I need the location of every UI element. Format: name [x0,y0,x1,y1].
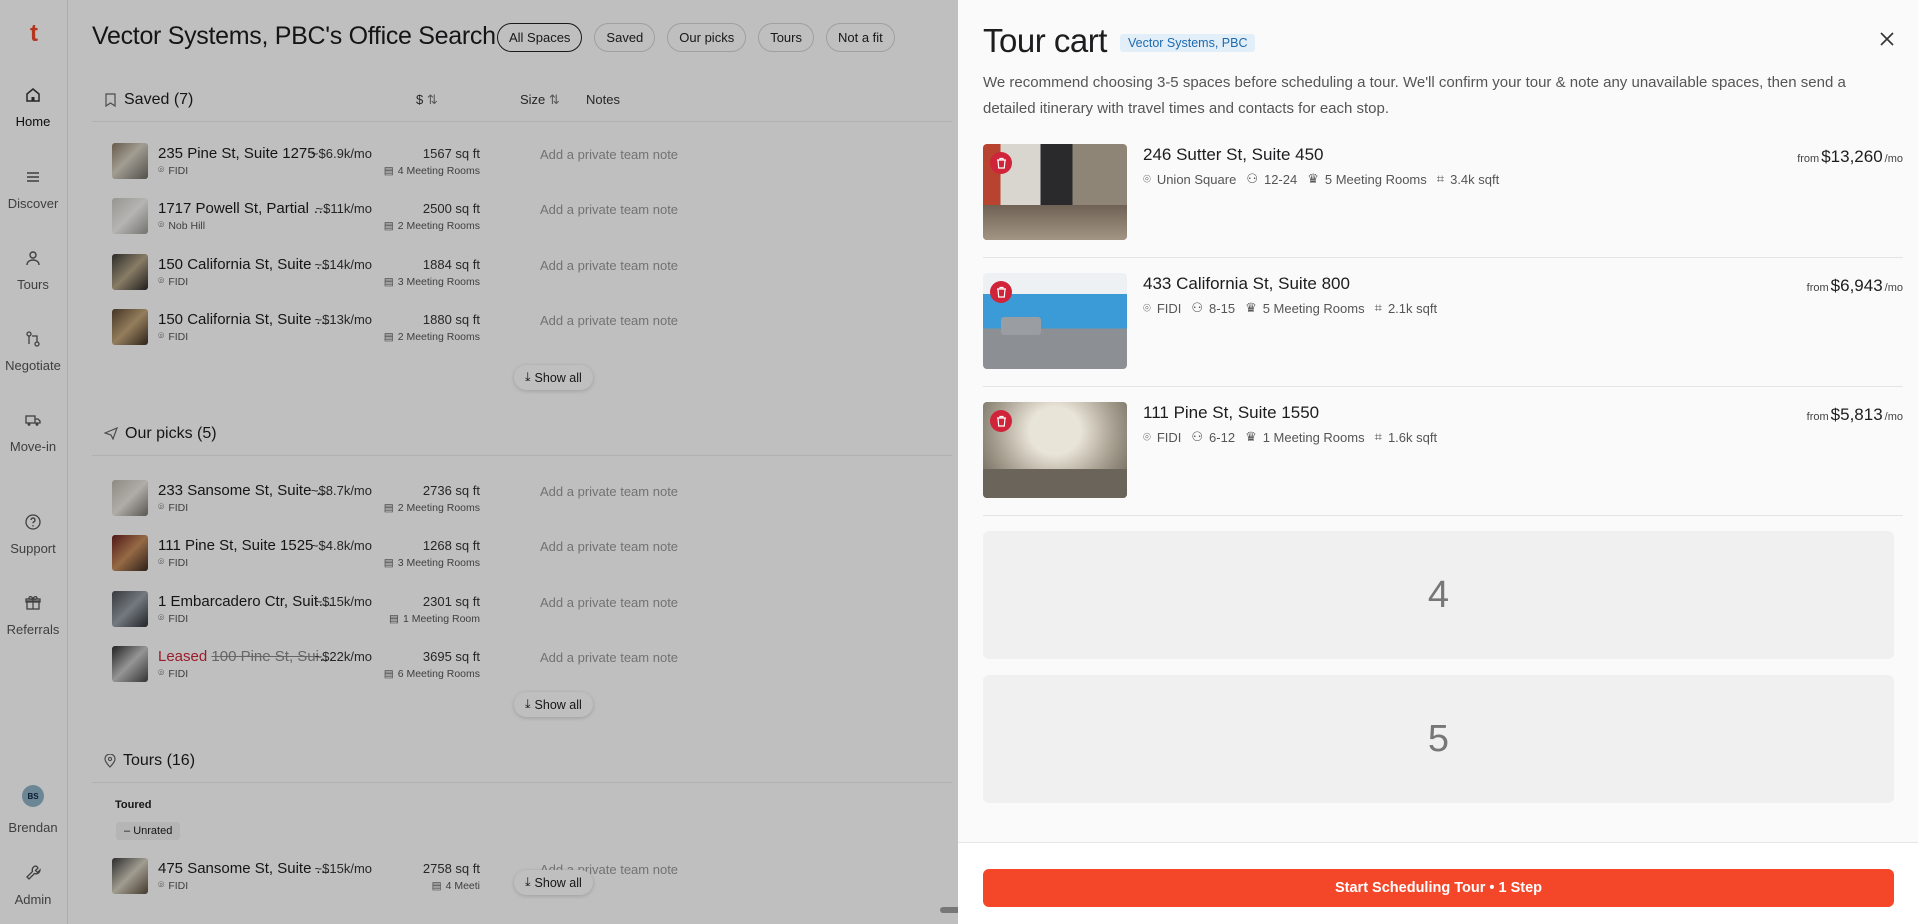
cart-item-name[interactable]: 246 Sutter St, Suite 450 [1143,145,1324,165]
company-badge: Vector Systems, PBC [1120,34,1256,52]
cart-item[interactable]: 246 Sutter St, Suite 450 ⌾ Union Square ⚇… [983,129,1903,258]
cart-item[interactable]: 433 California St, Suite 800 ⌾ FIDI ⚇ 8-15… [983,258,1903,387]
trash-icon [996,286,1006,298]
area-icon: ⌗ [1436,171,1445,186]
drawer-description: We recommend choosing 3-5 spaces before … [983,74,1846,117]
trash-icon [996,415,1006,427]
cart-item-meta: ⌾ FIDI ⚇ 6-12 ♛ 1 Meeting Rooms ⌗ 1.6k sqft [1143,429,1438,445]
area-icon: ⌗ [1374,429,1382,444]
location-pin-icon: ⌾ [1143,300,1151,315]
people-icon: ⚇ [1191,429,1204,444]
cart-item-meta: ⌾ Union Square ⚇ 12-24 ♛ 5 Meeting Rooms ⌗ 3… [1143,171,1500,187]
remove-from-cart-button[interactable] [990,152,1012,174]
meeting-room-icon: ♛ [1307,171,1319,186]
cart-item[interactable]: 111 Pine St, Suite 1550 ⌾ FIDI ⚇ 6-12 ♛ 1 M… [983,387,1903,516]
start-scheduling-tour-button[interactable]: Start Scheduling Tour • 1 Step [983,869,1894,907]
people-icon: ⚇ [1246,171,1258,186]
people-icon: ⚇ [1191,300,1204,315]
area-icon: ⌗ [1374,300,1382,315]
close-icon[interactable] [1876,28,1898,50]
cart-item-meta: ⌾ FIDI ⚇ 8-15 ♛ 5 Meeting Rooms ⌗ 2.1k sqft [1143,300,1438,316]
empty-cart-slot: 4 [983,531,1894,659]
modal-backdrop[interactable] [0,0,958,924]
empty-cart-slot: 5 [983,675,1894,803]
location-pin-icon: ⌾ [1143,171,1151,186]
remove-from-cart-button[interactable] [990,281,1012,303]
meeting-room-icon: ♛ [1245,300,1257,315]
cart-item-name[interactable]: 111 Pine St, Suite 1550 [1143,403,1319,423]
tour-cart-drawer: Tour cart Vector Systems, PBC We recomme… [958,0,1918,924]
drawer-footer: Start Scheduling Tour • 1 Step [958,842,1918,924]
cart-item-price: from $5,813/mo [1806,405,1903,424]
trash-icon [996,157,1006,169]
cart-item-price: from $13,260/mo [1797,147,1903,166]
space-photo [983,402,1127,498]
remove-from-cart-button[interactable] [990,410,1012,432]
space-photo [983,144,1127,240]
meeting-room-icon: ♛ [1245,429,1257,444]
cart-item-price: from $6,943/mo [1806,276,1903,295]
drawer-title: Tour cart [983,22,1107,59]
space-photo [983,273,1127,369]
location-pin-icon: ⌾ [1143,429,1151,444]
cart-item-name[interactable]: 433 California St, Suite 800 [1143,274,1350,294]
